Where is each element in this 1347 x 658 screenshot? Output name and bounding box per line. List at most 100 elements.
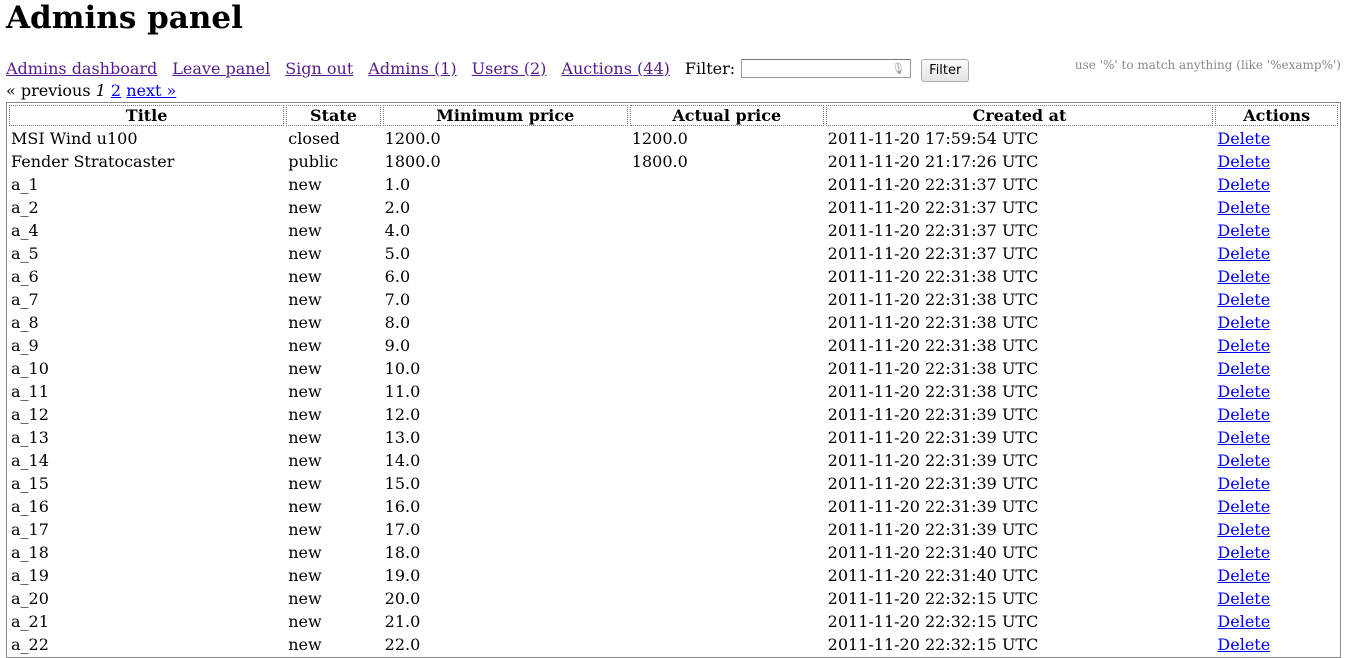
pager-page-2[interactable]: 2 bbox=[111, 81, 121, 100]
microphone-icon[interactable]: 🎙 bbox=[891, 63, 905, 74]
cell-actions: Delete bbox=[1215, 496, 1338, 517]
cell-minimum-price: 15.0 bbox=[384, 474, 421, 493]
cell-state: new bbox=[288, 313, 322, 332]
cell-minimum-price: 19.0 bbox=[384, 566, 421, 585]
filter-label: Filter: bbox=[684, 58, 736, 78]
delete-link[interactable]: Delete bbox=[1217, 520, 1270, 539]
cell-actual-price bbox=[630, 611, 824, 632]
cell-actions: Delete bbox=[1215, 128, 1338, 149]
cell-actions: Delete bbox=[1215, 427, 1338, 448]
nav-admins[interactable]: Admins (1) bbox=[368, 59, 456, 78]
cell-minimum-price: 1200.0 bbox=[384, 129, 441, 148]
filter-input[interactable]: 🎙 bbox=[741, 58, 912, 78]
cell-minimum-price: 13.0 bbox=[384, 428, 421, 447]
cell-actual-price bbox=[630, 220, 824, 241]
cell-actual-price bbox=[630, 381, 824, 402]
delete-link[interactable]: Delete bbox=[1217, 635, 1270, 654]
cell-title: MSI Wind u100 bbox=[11, 129, 138, 148]
cell-actions: Delete bbox=[1215, 312, 1338, 333]
cell-state: new bbox=[288, 175, 322, 194]
delete-link[interactable]: Delete bbox=[1217, 497, 1270, 516]
cell-state: new bbox=[288, 612, 322, 631]
auctions-table: Title State Minimum price Actual price C… bbox=[6, 102, 1341, 658]
cell-state: closed bbox=[288, 129, 340, 148]
cell-state: new bbox=[288, 267, 322, 286]
cell-title: a_5 bbox=[11, 244, 39, 263]
cell-state: new bbox=[288, 451, 322, 470]
delete-link[interactable]: Delete bbox=[1217, 244, 1270, 263]
table-row: a_7 new 7.0 2011-11-20 22:31:38 UTC Delete bbox=[9, 289, 1338, 310]
delete-link[interactable]: Delete bbox=[1217, 313, 1270, 332]
cell-actual-price: 1200.0 bbox=[631, 129, 688, 148]
delete-link[interactable]: Delete bbox=[1217, 612, 1270, 631]
filter-button[interactable]: Filter bbox=[921, 58, 970, 82]
pager-next[interactable]: next » bbox=[126, 81, 176, 100]
delete-link[interactable]: Delete bbox=[1217, 428, 1270, 447]
delete-link[interactable]: Delete bbox=[1217, 290, 1270, 309]
cell-title: a_19 bbox=[11, 566, 49, 585]
cell-created-at: 2011-11-20 22:31:39 UTC bbox=[827, 497, 1039, 516]
delete-link[interactable]: Delete bbox=[1217, 566, 1270, 585]
delete-link[interactable]: Delete bbox=[1217, 382, 1270, 401]
table-row: a_4 new 4.0 2011-11-20 22:31:37 UTC Delete bbox=[9, 220, 1338, 241]
cell-created-at: 2011-11-20 22:31:37 UTC bbox=[827, 244, 1039, 263]
cell-state: new bbox=[288, 336, 322, 355]
cell-created-at: 2011-11-20 22:31:39 UTC bbox=[827, 405, 1039, 424]
cell-state: new bbox=[288, 428, 322, 447]
cell-state: new bbox=[288, 359, 322, 378]
delete-link[interactable]: Delete bbox=[1217, 129, 1270, 148]
delete-link[interactable]: Delete bbox=[1217, 336, 1270, 355]
table-row: a_13 new 13.0 2011-11-20 22:31:39 UTC Delete bbox=[9, 427, 1338, 448]
cell-title: a_15 bbox=[11, 474, 49, 493]
table-row: a_14 new 14.0 2011-11-20 22:31:39 UTC Delete bbox=[9, 450, 1338, 471]
cell-state: public bbox=[288, 152, 339, 171]
cell-minimum-price: 20.0 bbox=[384, 589, 421, 608]
cell-state: new bbox=[288, 290, 322, 309]
cell-minimum-price: 22.0 bbox=[384, 635, 421, 654]
cell-actions: Delete bbox=[1215, 404, 1338, 425]
cell-title: a_18 bbox=[11, 543, 49, 562]
cell-minimum-price: 14.0 bbox=[384, 451, 421, 470]
cell-actual-price bbox=[630, 243, 824, 264]
cell-created-at: 2011-11-20 22:31:39 UTC bbox=[827, 428, 1039, 447]
table-row: MSI Wind u100 closed 1200.0 1200.0 2011-11-2… bbox=[9, 128, 1338, 149]
cell-actions: Delete bbox=[1215, 335, 1338, 356]
cell-actual-price bbox=[630, 174, 824, 195]
cell-actions: Delete bbox=[1215, 473, 1338, 494]
nav-sign-out[interactable]: Sign out bbox=[285, 59, 353, 78]
cell-created-at: 2011-11-20 22:32:15 UTC bbox=[827, 635, 1039, 654]
nav-leave-panel[interactable]: Leave panel bbox=[172, 59, 270, 78]
delete-link[interactable]: Delete bbox=[1217, 267, 1270, 286]
delete-link[interactable]: Delete bbox=[1217, 543, 1270, 562]
cell-state: new bbox=[288, 405, 322, 424]
table-row: a_10 new 10.0 2011-11-20 22:31:38 UTC Delete bbox=[9, 358, 1338, 379]
delete-link[interactable]: Delete bbox=[1217, 589, 1270, 608]
delete-link[interactable]: Delete bbox=[1217, 175, 1270, 194]
cell-actions: Delete bbox=[1215, 358, 1338, 379]
delete-link[interactable]: Delete bbox=[1217, 474, 1270, 493]
cell-state: new bbox=[288, 221, 322, 240]
delete-link[interactable]: Delete bbox=[1217, 221, 1270, 240]
delete-link[interactable]: Delete bbox=[1217, 359, 1270, 378]
cell-state: new bbox=[288, 635, 322, 654]
cell-actual-price bbox=[630, 427, 824, 448]
delete-link[interactable]: Delete bbox=[1217, 451, 1270, 470]
cell-created-at: 2011-11-20 22:32:15 UTC bbox=[827, 612, 1039, 631]
header-created-at: Created at bbox=[825, 105, 1214, 126]
delete-link[interactable]: Delete bbox=[1217, 152, 1270, 171]
cell-actual-price bbox=[630, 197, 824, 218]
table-row: a_22 new 22.0 2011-11-20 22:32:15 UTC Delete bbox=[9, 634, 1338, 655]
nav-users[interactable]: Users (2) bbox=[472, 59, 547, 78]
table-row: a_6 new 6.0 2011-11-20 22:31:38 UTC Delete bbox=[9, 266, 1338, 287]
cell-minimum-price: 12.0 bbox=[384, 405, 421, 424]
table-header-row: Title State Minimum price Actual price C… bbox=[9, 105, 1338, 126]
table-row: a_18 new 18.0 2011-11-20 22:31:40 UTC Delete bbox=[9, 542, 1338, 563]
nav-admins-dashboard[interactable]: Admins dashboard bbox=[6, 59, 157, 78]
cell-actions: Delete bbox=[1215, 519, 1338, 540]
cell-actions: Delete bbox=[1215, 634, 1338, 655]
nav-auctions[interactable]: Auctions (44) bbox=[561, 59, 669, 78]
cell-created-at: 2011-11-20 21:17:26 UTC bbox=[827, 152, 1039, 171]
cell-actual-price bbox=[630, 634, 824, 655]
delete-link[interactable]: Delete bbox=[1217, 198, 1270, 217]
delete-link[interactable]: Delete bbox=[1217, 405, 1270, 424]
